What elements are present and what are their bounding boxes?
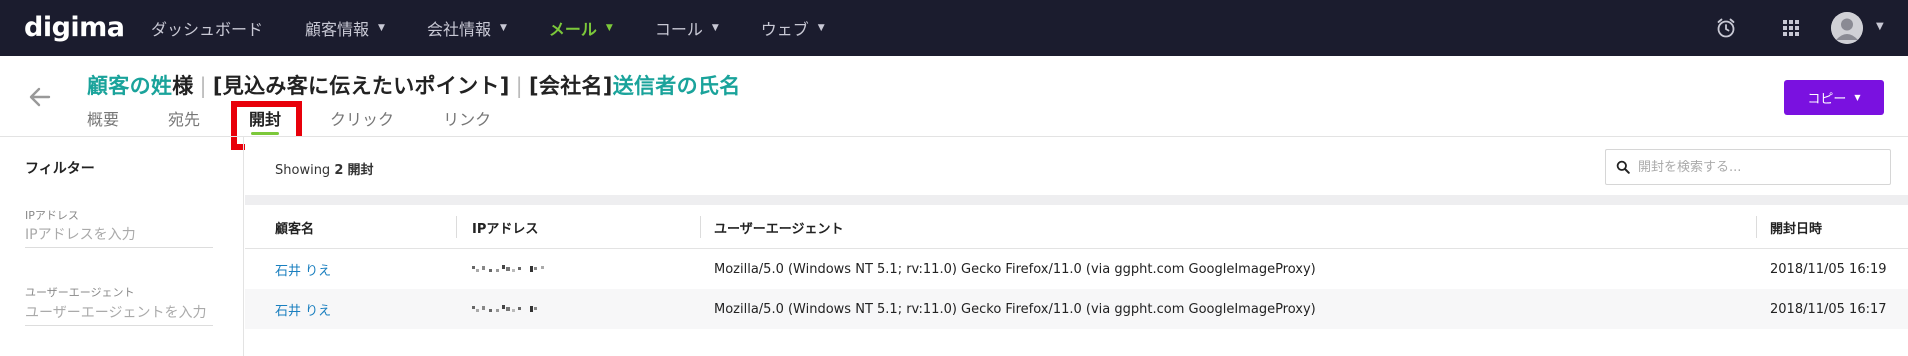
top-navigation-bar: digima ダッシュボード 顧客情報 ▼ 会社情報 ▼ メール ▼ コール ▼ ウェブ… <box>0 0 1908 56</box>
column-divider <box>456 216 457 238</box>
search-input[interactable] <box>1638 159 1878 175</box>
column-divider <box>1756 216 1757 238</box>
back-arrow-icon[interactable] <box>27 84 53 110</box>
nav-item-label: メール <box>548 20 597 39</box>
title-company: [会社名] <box>529 74 613 98</box>
caret-down-icon: ▼ <box>499 23 507 33</box>
table-row: 石井 りえ Mozilla/5.0 (Windows NT 5.1; rv:11… <box>245 249 1908 289</box>
showing-prefix: Showing <box>275 163 331 178</box>
nav-item-web[interactable]: ウェブ ▼ <box>761 0 825 56</box>
caret-down-icon: ▼ <box>605 23 613 33</box>
tab-clicks[interactable]: クリック <box>330 106 394 136</box>
column-divider <box>700 216 701 238</box>
search-box[interactable] <box>1605 149 1891 185</box>
detail-tabs: 概要 宛先 開封 クリック リンク <box>87 106 540 136</box>
title-variable-last-name: 顧客の姓 <box>87 74 173 98</box>
main-nav-menu: ダッシュボード 顧客情報 ▼ 会社情報 ▼ メール ▼ コール ▼ ウェブ ▼ <box>151 0 867 56</box>
nav-item-call[interactable]: コール ▼ <box>655 0 719 56</box>
nav-item-dashboard[interactable]: ダッシュボード <box>151 0 263 56</box>
caret-down-icon: ▼ <box>817 23 825 33</box>
nav-item-company-info[interactable]: 会社情報 ▼ <box>427 0 507 56</box>
customer-name-link[interactable]: 石井 りえ <box>275 249 331 289</box>
user-agent-cell: Mozilla/5.0 (Windows NT 5.1; rv:11.0) Ge… <box>714 261 1316 277</box>
title-separator: | <box>199 74 207 98</box>
column-header-ip[interactable]: IPアドレス <box>472 205 538 249</box>
nav-item-label: 会社情報 <box>426 20 491 39</box>
nav-item-label: ウェブ <box>760 20 809 39</box>
table-header: 顧客名 IPアドレス ユーザーエージェント 開封日時 <box>245 205 1908 249</box>
apps-grid-icon[interactable] <box>1776 13 1806 43</box>
filter-label-ip: IPアドレス <box>25 209 79 222</box>
section-spacer <box>245 195 1908 205</box>
caret-down-icon[interactable]: ▼ <box>1876 21 1884 32</box>
column-header-opened-at[interactable]: 開封日時 <box>1770 205 1822 249</box>
search-icon <box>1616 160 1630 174</box>
showing-suffix: 開封 <box>347 163 374 178</box>
caret-down-icon: ▼ <box>378 23 385 33</box>
nav-item-label: ダッシュボード <box>151 20 264 39</box>
column-header-user-agent[interactable]: ユーザーエージェント <box>714 205 843 249</box>
results-count: Showing 2 開封 <box>275 159 374 178</box>
customer-name-link[interactable]: 石井 りえ <box>275 289 331 329</box>
nav-item-customer-info[interactable]: 顧客情報 ▼ <box>305 0 385 56</box>
title-point: [見込み客に伝えたいポイント] <box>212 74 510 98</box>
filter-title: フィルター <box>25 161 95 177</box>
nav-item-mail[interactable]: メール ▼ <box>549 0 613 56</box>
page-title: 顧客の姓様 | [見込み客に伝えたいポイント] | [会社名]送信者の氏名 <box>87 70 741 100</box>
title-honorific: 様 <box>172 74 194 98</box>
opened-at-cell: 2018/11/05 16:17 <box>1770 301 1887 317</box>
masked-ip-address <box>472 265 544 272</box>
nav-item-label: コール <box>654 20 703 39</box>
title-separator: | <box>515 74 523 98</box>
copy-button-label: コピー <box>1807 92 1847 107</box>
masked-ip-address <box>472 305 537 312</box>
user-avatar-icon[interactable] <box>1831 12 1863 44</box>
title-variable-sender-name: 送信者の氏名 <box>612 74 741 98</box>
caret-down-icon: ▼ <box>711 23 719 33</box>
filter-sidebar: フィルター IPアドレス ユーザーエージェント <box>0 137 244 356</box>
alarm-icon[interactable] <box>1711 13 1741 43</box>
showing-count: 2 <box>334 163 344 178</box>
filter-label-user-agent: ユーザーエージェント <box>25 286 135 299</box>
nav-item-label: 顧客情報 <box>305 20 370 39</box>
tab-links[interactable]: リンク <box>443 106 491 136</box>
opened-at-cell: 2018/11/05 16:19 <box>1770 261 1887 277</box>
ip-address-input[interactable] <box>25 222 213 248</box>
caret-down-icon: ▼ <box>1854 93 1861 102</box>
copy-button[interactable]: コピー ▼ <box>1784 80 1884 115</box>
digima-logo[interactable]: digima <box>24 10 125 44</box>
tab-overview[interactable]: 概要 <box>87 106 119 136</box>
user-agent-cell: Mozilla/5.0 (Windows NT 5.1; rv:11.0) Ge… <box>714 301 1316 317</box>
opens-table: 顧客名 IPアドレス ユーザーエージェント 開封日時 石井 りえ Mozilla… <box>245 205 1908 329</box>
logo-text: digima <box>24 11 125 43</box>
results-toolbar: Showing 2 開封 <box>245 137 1908 195</box>
table-row: 石井 りえ Mozilla/5.0 (Windows NT 5.1; rv:11… <box>245 289 1908 329</box>
user-agent-input[interactable] <box>25 300 213 326</box>
tab-recipients[interactable]: 宛先 <box>168 106 200 136</box>
column-header-customer[interactable]: 顧客名 <box>275 205 314 249</box>
